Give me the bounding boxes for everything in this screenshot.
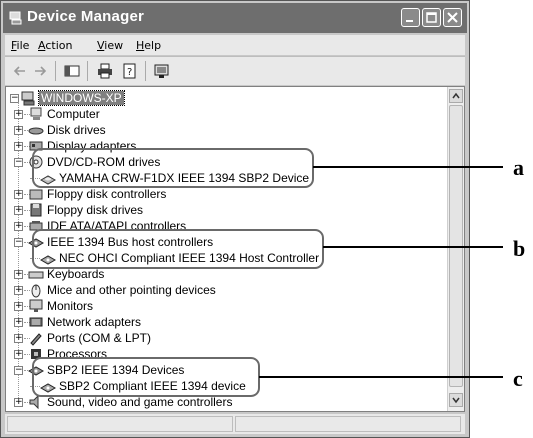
maximize-button[interactable]: [422, 8, 441, 27]
tree-category-item-label: Computer: [47, 107, 100, 121]
tree-category-item[interactable]: Mice and other pointing devices: [28, 282, 216, 298]
collapse-toggle[interactable]: −: [14, 238, 23, 247]
monitor-icon: [29, 299, 43, 312]
tree-category-item[interactable]: Monitors: [28, 298, 93, 314]
expand-toggle[interactable]: +: [14, 126, 23, 135]
tree-category-item-label: Mice and other pointing devices: [47, 283, 216, 297]
menu-bar: File Action View Help: [5, 35, 465, 55]
expand-toggle[interactable]: +: [14, 334, 23, 343]
close-button[interactable]: [443, 8, 462, 27]
scroll-up-button[interactable]: [449, 89, 463, 103]
expand-toggle[interactable]: +: [14, 302, 23, 311]
title-bar[interactable]: Device Manager: [3, 3, 467, 33]
expand-toggle[interactable]: +: [14, 398, 23, 407]
expand-toggle[interactable]: +: [14, 222, 23, 231]
callout-label-b: b: [513, 236, 526, 261]
tree-category-item-label: Sound, video and game controllers: [47, 395, 233, 409]
properties-pane-icon[interactable]: [63, 62, 81, 80]
callout-line-a: [313, 166, 503, 168]
menu-file[interactable]: File: [11, 39, 29, 52]
tree-category-item[interactable]: Floppy disk controllers: [28, 186, 166, 202]
svg-text:?: ?: [127, 67, 132, 78]
computer-icon: [30, 107, 42, 120]
mouse-icon: [31, 284, 41, 298]
menu-view-label: iew: [104, 39, 124, 52]
tree-category-item-label: Ports (COM & LPT): [47, 331, 152, 345]
callout-box-a: [32, 148, 314, 188]
menu-action[interactable]: Action: [38, 39, 72, 52]
tree-category-item-label: Floppy disk controllers: [47, 187, 167, 201]
menu-help[interactable]: Help: [136, 39, 161, 52]
toolbar-separator: [87, 61, 88, 81]
tree-category-item-label: Floppy disk drives: [47, 203, 144, 217]
callout-box-b: [32, 229, 324, 269]
tree-category-item[interactable]: Floppy disk drives: [28, 202, 143, 218]
callout-label-c: c: [513, 366, 523, 391]
toolbar: ?: [5, 56, 465, 85]
tree-category-item-label: Network adapters: [47, 315, 142, 329]
menu-file-label: ile: [16, 39, 30, 52]
tree-category-item-label: Keyboards: [47, 267, 105, 281]
maximize-icon: [426, 12, 437, 23]
vertical-scrollbar[interactable]: [447, 87, 464, 411]
expand-toggle[interactable]: +: [14, 350, 23, 359]
menu-action-label: ction: [45, 39, 73, 52]
scan-hardware-icon[interactable]: [153, 62, 171, 80]
expand-toggle[interactable]: +: [14, 270, 23, 279]
tree-category-item[interactable]: Network adapters: [28, 314, 141, 330]
root-computer-icon: [21, 91, 35, 106]
callout-label-a: a: [513, 155, 524, 180]
minimize-button[interactable]: [401, 8, 420, 27]
toolbar-separator: [55, 61, 56, 81]
status-cell: [7, 416, 233, 432]
callout-line-c: [259, 376, 503, 378]
tree-root[interactable]: WINDOWS-XP: [20, 90, 125, 106]
back-arrow-icon[interactable]: [11, 62, 29, 80]
collapse-toggle[interactable]: −: [14, 158, 23, 167]
chevron-down-icon: [452, 397, 460, 404]
device-manager-app-icon: [9, 11, 22, 25]
floppy-controller-icon: [29, 189, 43, 200]
menu-help-label: elp: [144, 39, 162, 52]
expand-toggle[interactable]: +: [14, 110, 23, 119]
port-icon: [30, 333, 42, 346]
print-icon[interactable]: [96, 62, 114, 80]
close-icon: [447, 12, 458, 23]
expand-toggle[interactable]: +: [14, 318, 23, 327]
minimize-icon: [406, 20, 413, 22]
tree-category-item[interactable]: Disk drives: [28, 122, 106, 138]
tree-category-item-label: Monitors: [47, 299, 94, 313]
expand-toggle[interactable]: +: [14, 190, 23, 199]
tree-category-item[interactable]: Computer: [28, 106, 100, 122]
status-cell: [235, 416, 461, 432]
expand-toggle[interactable]: +: [14, 142, 23, 151]
window-title: Device Manager: [27, 8, 145, 25]
tree-category-item[interactable]: Ports (COM & LPT): [28, 330, 151, 346]
toolbar-separator: [145, 61, 146, 81]
callout-box-c: [32, 357, 260, 397]
scroll-down-button[interactable]: [449, 393, 463, 407]
collapse-toggle[interactable]: −: [14, 366, 23, 375]
menu-view[interactable]: View: [97, 39, 123, 52]
tree-category-item-label: Disk drives: [47, 123, 106, 137]
help-page-icon[interactable]: ?: [121, 62, 139, 80]
forward-arrow-icon[interactable]: [31, 62, 49, 80]
expand-toggle[interactable]: +: [14, 206, 23, 215]
network-icon: [29, 317, 43, 327]
floppy-icon: [30, 203, 42, 217]
callout-line-b: [323, 246, 503, 248]
disk-drive-icon: [28, 127, 44, 135]
chevron-up-icon: [452, 92, 460, 99]
expand-toggle[interactable]: +: [14, 286, 23, 295]
tree-root-label: WINDOWS-XP: [38, 90, 125, 106]
status-bar: [5, 414, 465, 434]
